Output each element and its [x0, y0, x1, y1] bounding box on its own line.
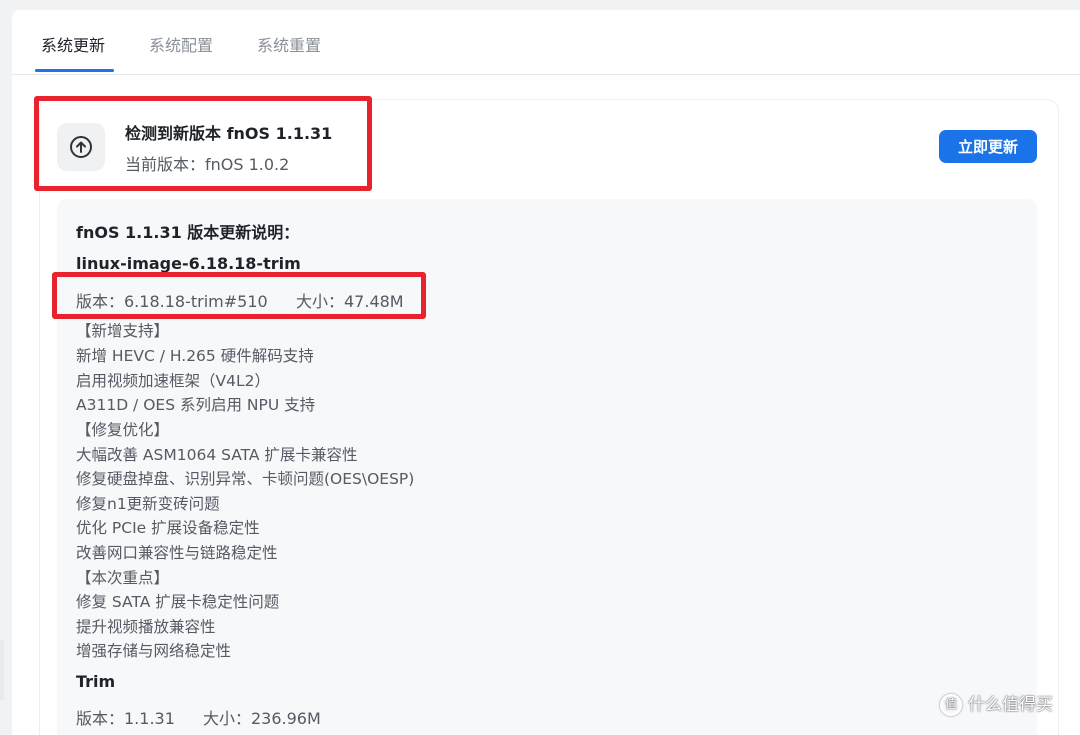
watermark: 值什么值得买 — [940, 690, 1053, 720]
zhi-logo-icon: 值 — [940, 694, 962, 716]
note-line: 启用视频加速框架（V4L2） — [76, 372, 270, 390]
note-line: 增强存储与网络稳定性 — [76, 642, 232, 660]
update-icon-box — [57, 123, 105, 171]
package-size: 大小：47.48M — [296, 292, 404, 311]
package-name-kernel: linux-image-6.18.18-trim — [76, 254, 301, 273]
note-line: A311D / OES 系列启用 NPU 支持 — [76, 396, 316, 414]
note-line: 改善网口兼容性与链路稳定性 — [76, 544, 278, 562]
package-meta-trim: 版本：1.1.31 大小：236.96M — [76, 705, 321, 729]
active-tab-indicator — [35, 69, 114, 72]
update-now-button[interactable]: 立即更新 — [939, 130, 1037, 163]
settings-window: 系统更新 系统配置 系统重置 检测到新版本 fnOS 1.1.31 当前版本：f… — [12, 10, 1080, 735]
package-size: 大小：236.96M — [203, 709, 321, 728]
watermark-text: 什么值得买 — [968, 695, 1053, 715]
package-meta-kernel: 版本：6.18.18-trim#510 大小：47.48M — [76, 288, 404, 312]
note-line: 新增 HEVC / H.265 硬件解码支持 — [76, 347, 314, 365]
tab-system-update[interactable]: 系统更新 — [41, 32, 105, 56]
tab-system-config[interactable]: 系统配置 — [149, 32, 213, 56]
note-line: 修复硬盘掉盘、识别异常、卡顿问题(OES\OESP) — [76, 470, 415, 488]
note-line: 提升视频播放兼容性 — [76, 618, 216, 636]
release-notes-heading: fnOS 1.1.31 版本更新说明： — [76, 223, 300, 242]
new-version-title: 检测到新版本 fnOS 1.1.31 — [125, 124, 333, 143]
package-name-trim: Trim — [76, 672, 116, 691]
note-line: 修复n1更新变砖问题 — [76, 495, 220, 513]
tab-system-reset[interactable]: 系统重置 — [257, 32, 321, 56]
note-line: 修复 SATA 扩展卡稳定性问题 — [76, 593, 280, 611]
note-line: 优化 PCIe 扩展设备稳定性 — [76, 519, 260, 537]
note-line: 大幅改善 ASM1064 SATA 扩展卡兼容性 — [76, 446, 358, 464]
current-version-text: 当前版本：fnOS 1.0.2 — [125, 155, 290, 174]
background-edge — [0, 640, 4, 700]
arrow-up-circle-icon — [70, 136, 92, 158]
package-version: 版本：1.1.31 — [76, 709, 175, 728]
note-line: 【新增支持】 — [76, 322, 170, 340]
note-line: 【修复优化】 — [76, 421, 170, 439]
package-version: 版本：6.18.18-trim#510 — [76, 292, 268, 311]
tab-bar: 系统更新 系统配置 系统重置 — [12, 10, 1080, 75]
note-line: 【本次重点】 — [76, 569, 170, 587]
